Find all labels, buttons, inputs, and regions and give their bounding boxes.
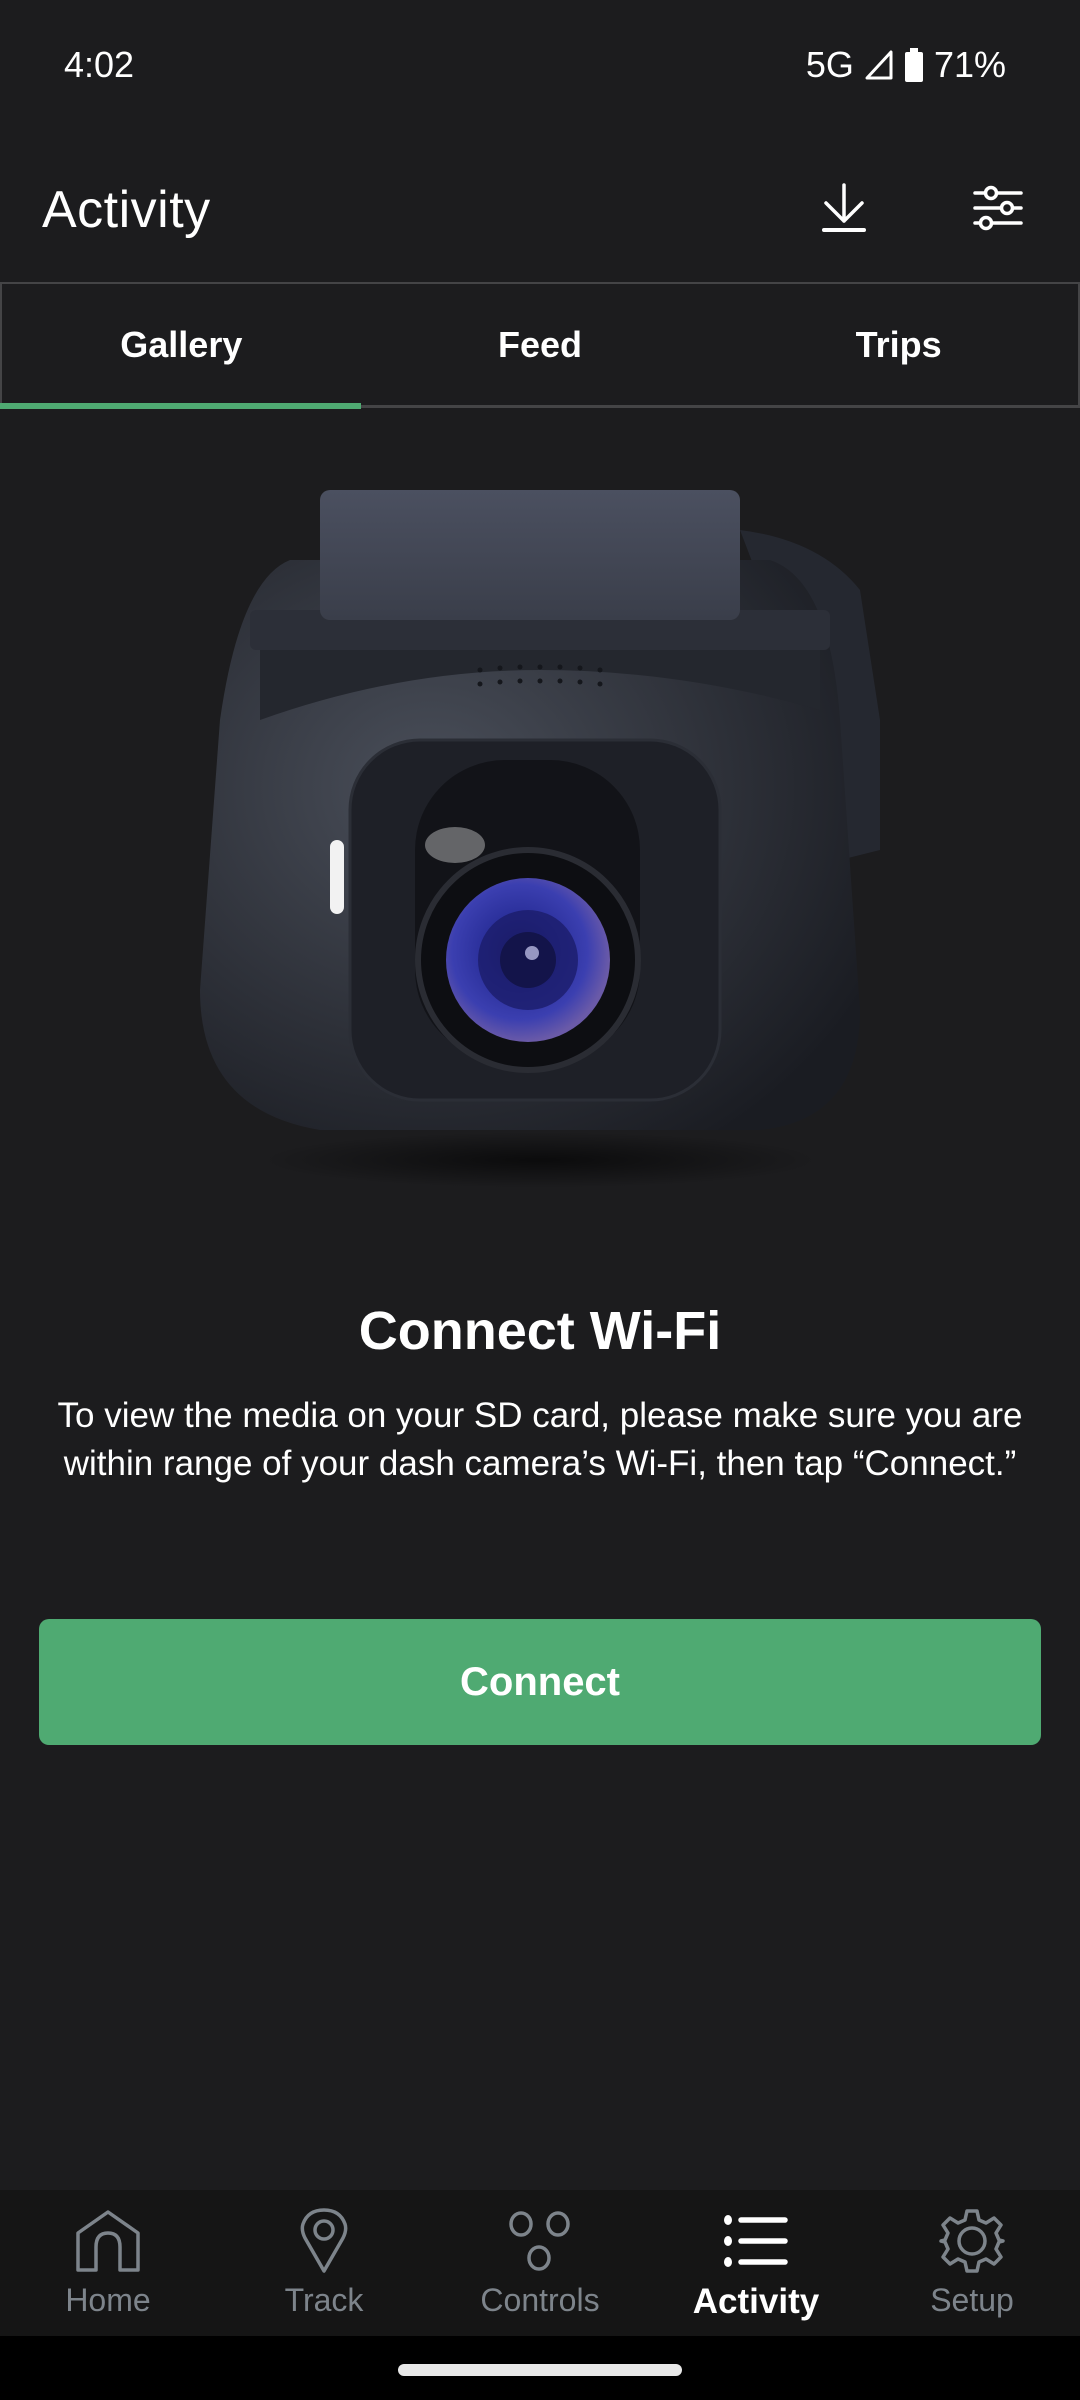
dash-camera-image [180,470,900,1190]
connect-button[interactable]: Connect [39,1619,1041,1745]
gear-icon [936,2208,1008,2274]
home-icon [72,2208,144,2274]
nav-label: Activity [692,2282,820,2321]
home-gesture-handle[interactable] [398,2364,682,2376]
location-pin-icon [288,2208,360,2274]
cell-signal-icon [864,49,894,81]
nav-label: Setup [930,2282,1014,2318]
tab-bar: Gallery Feed Trips [0,282,1080,409]
download-button[interactable] [804,170,884,250]
nav-item-setup[interactable]: Setup [864,2190,1080,2336]
download-icon [822,182,866,238]
tab-label: Trips [855,323,942,365]
tab-trips[interactable]: Trips [719,284,1078,405]
nav-label: Track [284,2282,364,2318]
activity-screen: 4:02 5G 71% Activity Gallery Feed Trips … [0,0,1080,2400]
app-header: Activity [0,140,1080,280]
tab-label: Gallery [120,323,243,365]
tab-feed[interactable]: Feed [361,284,720,405]
status-bar: 4:02 5G 71% [0,0,1080,135]
status-indicators: 5G 71% [806,44,1006,86]
nav-item-track[interactable]: Track [216,2190,432,2336]
page-title: Activity [42,181,211,239]
connect-wifi-description: To view the media on your SD card, pleas… [57,1396,1023,1483]
battery-percent: 71% [933,44,1006,85]
nav-item-home[interactable]: Home [0,2190,216,2336]
status-time: 4:02 [64,44,135,85]
list-icon [720,2208,792,2274]
connect-wifi-title: Connect Wi-Fi [358,1301,722,1361]
nav-item-activity[interactable]: Activity [648,2190,864,2336]
nav-label: Home [65,2282,151,2318]
gesture-area [0,2336,1080,2400]
filter-button[interactable] [958,170,1038,250]
nav-item-controls[interactable]: Controls [432,2190,648,2336]
battery-icon [904,48,924,82]
bottom-nav: Home Track Controls Activity Setup [0,2190,1080,2336]
tab-label: Feed [497,323,583,365]
tab-gallery[interactable]: Gallery [0,284,361,409]
sliders-icon [973,185,1023,236]
nav-label: Controls [480,2282,600,2318]
controls-icon [504,2208,576,2274]
network-type: 5G [805,44,854,85]
